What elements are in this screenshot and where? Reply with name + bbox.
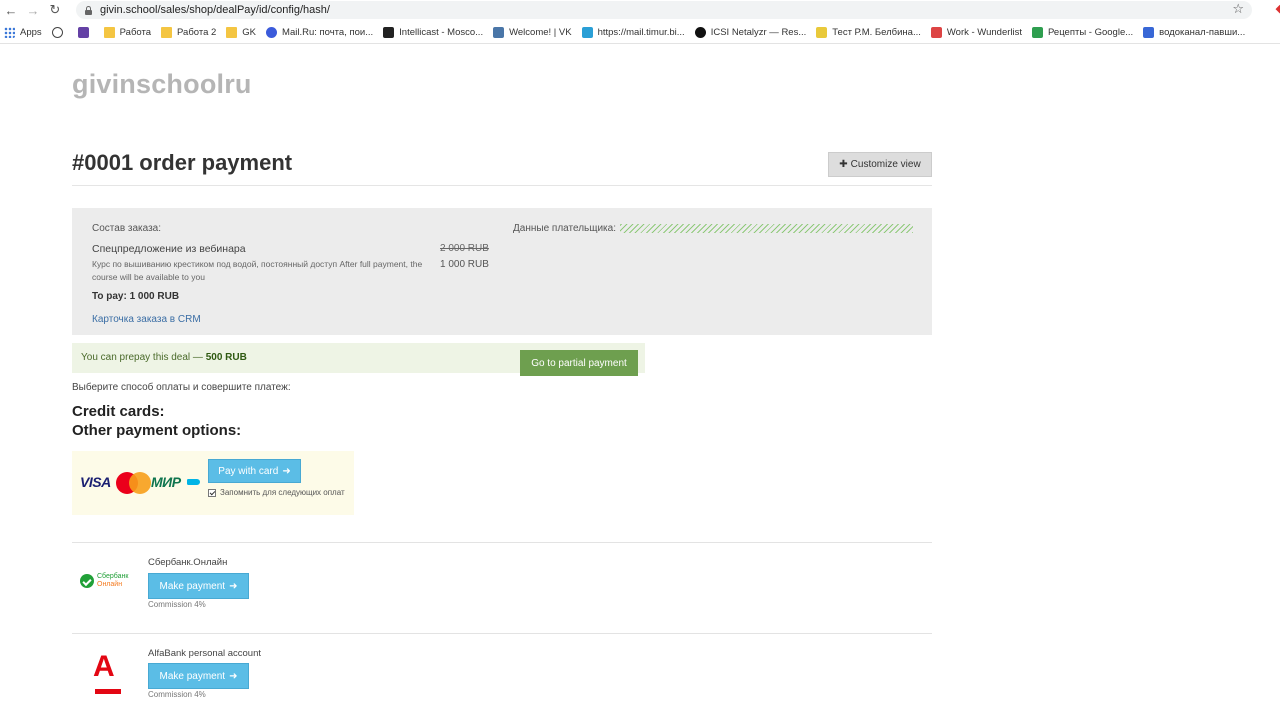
bookmark-gk[interactable]: GK <box>226 27 256 38</box>
sberbank-commission: Commission 4% <box>148 600 206 609</box>
puzzle-icon: ✚ <box>839 159 848 170</box>
card-payment-box: VISA МИР Pay with card ➜ Запомнить для с… <box>72 451 354 515</box>
mir-logo-tail <box>187 479 200 485</box>
make-payment-label: Make payment <box>159 670 226 682</box>
twitch-icon <box>77 27 89 38</box>
card-logos: VISA МИР <box>80 469 200 497</box>
mir-logo: МИР <box>151 474 181 490</box>
alfabank-letter-icon: А <box>93 650 115 683</box>
reload-icon[interactable]: ↻ <box>44 0 66 20</box>
visa-logo: VISA <box>80 474 111 490</box>
bookmark-recipes[interactable]: Рецепты - Google... <box>1032 27 1133 38</box>
bookmark-netalyzr[interactable]: ICSI Netalyzr — Res... <box>694 27 806 38</box>
sberbank-make-payment-button[interactable]: Make payment ➜ <box>148 573 249 599</box>
old-price: 2 000 RUB <box>440 243 489 254</box>
order-item-description: Курс по вышиванию крестиком под водой, п… <box>92 259 423 282</box>
site-logo[interactable]: givinschoolru <box>72 69 252 100</box>
bookmarks-bar: Apps Работа Работа 2 GK Mail.Ru: почта, … <box>0 22 1280 44</box>
title-divider <box>72 185 932 186</box>
bookmark-vodokanal[interactable]: водоканал-павши... <box>1143 27 1245 38</box>
bookmark-rabota-2[interactable]: Работа 2 <box>161 27 216 38</box>
arrow-right-icon: ➜ <box>229 670 238 682</box>
address-bar[interactable]: givin.school/sales/shop/dealPay/id/confi… <box>76 1 1252 19</box>
total-to-pay: To pay: 1 000 RUB <box>92 291 180 302</box>
bookmark-mail-timur[interactable]: https://mail.timur.bi... <box>581 27 685 38</box>
envelope-icon <box>581 27 593 38</box>
bookmark-vk[interactable]: Welcome! | VK <box>493 27 572 38</box>
prepay-text: You can prepay this deal — 500 RUB <box>81 352 247 363</box>
bookmark-belbin-test[interactable]: Тест Р.М. Белбина... <box>816 27 921 38</box>
doc-icon <box>1143 27 1155 38</box>
wunderlist-icon <box>930 27 942 38</box>
remember-card-checkbox[interactable]: Запомнить для следующих оплат <box>208 488 345 497</box>
page-title: #0001 order payment <box>72 150 293 175</box>
lock-icon <box>84 5 92 15</box>
arrow-right-icon: ➜ <box>229 580 238 592</box>
sberbank-method-name: Сбербанк.Онлайн <box>148 557 228 568</box>
bookmark-star-icon[interactable]: ☆ <box>1232 1 1244 17</box>
mailru-icon <box>266 27 278 38</box>
bookmark-wunderlist[interactable]: Work - Wunderlist <box>930 27 1022 38</box>
payer-data-label: Данные плательщика: <box>513 223 616 234</box>
bookmark-apps[interactable]: Apps <box>4 27 42 38</box>
bookmark-twitch[interactable] <box>77 27 94 38</box>
mastercard-logo <box>116 472 152 494</box>
netalyzr-icon <box>694 27 706 38</box>
alfabank-bar <box>95 689 121 694</box>
alfabank-make-payment-button[interactable]: Make payment ➜ <box>148 663 249 689</box>
choose-payment-text: Выберите способ оплаты и совершите плате… <box>72 382 291 393</box>
bookmark-intellicast[interactable]: Intellicast - Mosco... <box>383 27 483 38</box>
folder-icon <box>226 27 238 38</box>
other-options-heading: Other payment options: <box>72 422 242 439</box>
intellicast-icon <box>383 27 395 38</box>
alfabank-method-name: AlfaBank personal account <box>148 648 262 659</box>
vk-icon <box>493 27 505 38</box>
prepay-banner: You can prepay this deal — 500 RUB Go to… <box>72 343 645 376</box>
sberbank-mark-icon <box>80 574 94 588</box>
bookmark-mailru[interactable]: Mail.Ru: почта, пои... <box>266 27 373 38</box>
credit-cards-heading: Credit cards: <box>72 403 165 420</box>
method-divider <box>72 633 932 634</box>
test-icon <box>816 27 828 38</box>
new-price: 1 000 RUB <box>440 259 489 270</box>
extension-icon[interactable]: ◆ <box>1276 2 1280 15</box>
browser-toolbar: ← → ↻ givin.school/sales/shop/dealPay/id… <box>0 0 1280 20</box>
apps-grid-icon <box>4 27 15 38</box>
partial-payment-button[interactable]: Go to partial payment <box>520 350 638 376</box>
pay-with-card-button[interactable]: Pay with card ➜ <box>208 459 301 483</box>
order-composition-label: Состав заказа: <box>92 223 162 234</box>
bookmark-circle-t[interactable] <box>51 27 68 38</box>
method-divider <box>72 542 932 543</box>
make-payment-label: Make payment <box>159 580 226 592</box>
address-url: givin.school/sales/shop/dealPay/id/confi… <box>100 4 330 16</box>
crm-order-card-link[interactable]: Карточка заказа в CRM <box>92 314 201 325</box>
folder-icon <box>161 27 173 38</box>
back-arrow-icon[interactable]: ← <box>0 0 22 20</box>
google-sheets-icon <box>1032 27 1044 38</box>
forward-arrow-icon[interactable]: → <box>22 0 44 20</box>
folder-icon <box>103 27 115 38</box>
checkbox-checked-icon[interactable] <box>208 488 216 497</box>
prepay-amount: 500 RUB <box>205 352 247 363</box>
order-summary: Состав заказа: Данные плательщика: Спецп… <box>72 208 932 335</box>
customize-view-label: Customize view <box>850 159 921 170</box>
circle-t-icon <box>51 27 63 38</box>
bookmark-rabota[interactable]: Работа <box>103 27 151 38</box>
alfabank-commission: Commission 4% <box>148 690 206 699</box>
customize-view-button[interactable]: ✚ Customize view <box>828 152 932 177</box>
sberbank-logo: Сбербанк Онлайн <box>80 572 135 590</box>
pay-with-card-label: Pay with card <box>218 465 279 477</box>
remember-card-label: Запомнить для следующих оплат <box>220 488 345 497</box>
alfabank-logo: А <box>93 650 123 695</box>
order-item-name: Спецпредложение из вебинара <box>92 243 246 255</box>
payer-data-placeholder <box>620 224 913 233</box>
arrow-right-icon: ➜ <box>282 465 291 477</box>
